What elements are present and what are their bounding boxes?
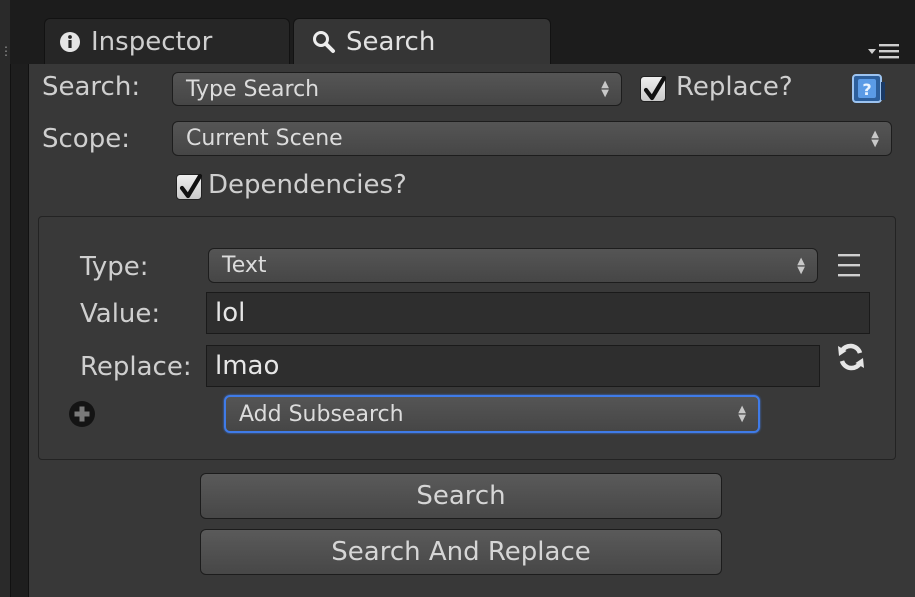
dependencies-label: Dependencies?: [208, 170, 407, 200]
dropdown-arrows-icon: ▲ ▼: [797, 255, 805, 276]
tab-inspector[interactable]: Inspector: [44, 18, 290, 64]
dropdown-arrows-icon: ▲ ▼: [601, 79, 609, 99]
list-menu-icon[interactable]: [836, 252, 862, 280]
search-button[interactable]: Search: [200, 473, 722, 519]
replace-label: Replace:: [80, 352, 192, 382]
replace-input[interactable]: lmao: [206, 345, 820, 387]
dropdown-arrows-icon: ▲ ▼: [738, 404, 746, 424]
tab-inspector-label: Inspector: [91, 26, 213, 57]
tab-search[interactable]: Search: [293, 18, 551, 64]
svg-text:?: ?: [862, 80, 871, 99]
refresh-icon[interactable]: [836, 342, 866, 372]
tab-search-label: Search: [346, 26, 436, 57]
subsearch-type-value: Text: [222, 253, 267, 278]
dropdown-arrows-icon: ▲ ▼: [871, 128, 879, 149]
panel-menu-icon[interactable]: [866, 40, 902, 62]
left-panel-edge: [0, 0, 11, 597]
add-subsearch-value: Add Subsearch: [239, 401, 404, 427]
scope-dropdown[interactable]: Current Scene ▲ ▼: [172, 121, 892, 156]
search-type-dropdown[interactable]: Type Search ▲ ▼: [172, 72, 622, 106]
value-label: Value:: [80, 299, 161, 329]
checkmark-icon: [643, 75, 667, 101]
add-subsearch-dropdown[interactable]: Add Subsearch ▲ ▼: [224, 395, 760, 433]
search-type-value: Type Search: [186, 76, 320, 102]
drag-handle-icon[interactable]: ⋮: [0, 44, 12, 58]
scope-label: Scope:: [42, 124, 130, 154]
info-icon: [60, 31, 80, 52]
scope-value: Current Scene: [186, 126, 343, 151]
type-label: Type:: [80, 252, 149, 282]
subsearch-type-dropdown[interactable]: Text ▲ ▼: [208, 248, 818, 283]
search-and-replace-button[interactable]: Search And Replace: [200, 529, 722, 575]
help-icon[interactable]: ?: [852, 74, 886, 104]
magnifier-icon: [313, 30, 335, 53]
add-subsearch-icon[interactable]: [68, 400, 96, 428]
search-type-label: Search:: [42, 72, 141, 102]
dependencies-checkbox[interactable]: [176, 173, 203, 200]
replace-checkbox[interactable]: [640, 75, 667, 102]
replace-checkbox-label: Replace?: [676, 72, 793, 102]
value-input[interactable]: lol: [206, 292, 870, 334]
checkmark-icon: [179, 173, 203, 199]
